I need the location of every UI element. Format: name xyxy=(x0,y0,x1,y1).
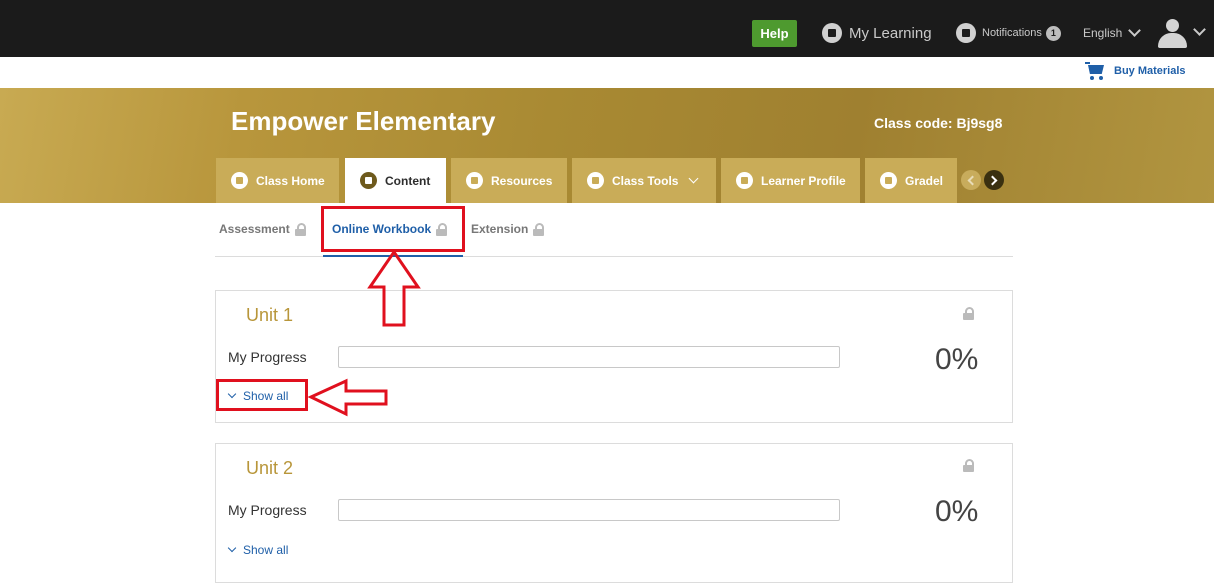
annotation-layer xyxy=(307,249,421,417)
up-arrow-annotation xyxy=(367,249,421,327)
left-arrow-annotation xyxy=(307,378,388,417)
